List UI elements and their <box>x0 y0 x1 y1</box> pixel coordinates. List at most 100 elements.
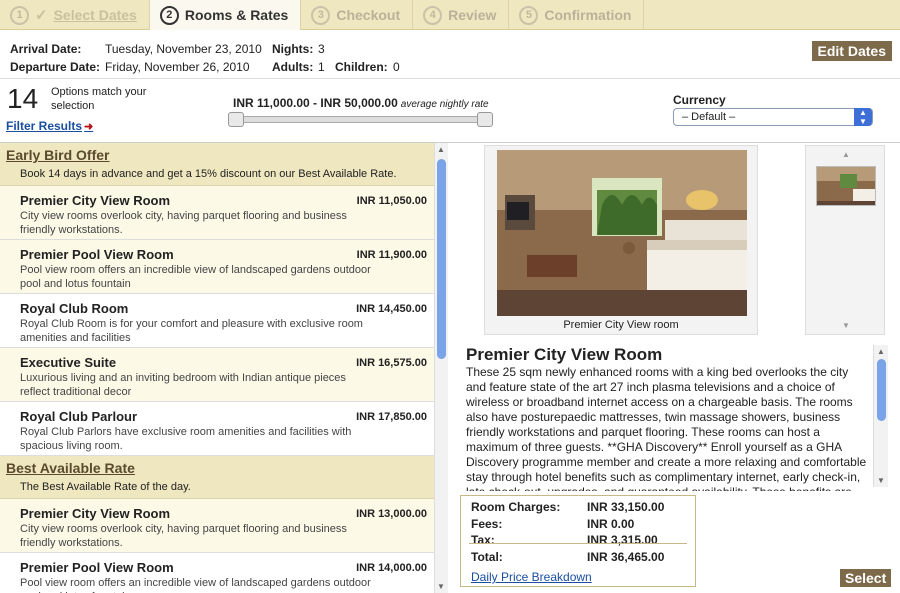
room-price: INR 14,000.00 <box>356 562 427 574</box>
step-number: 1 <box>10 5 29 25</box>
step-label: Review <box>448 7 497 23</box>
rate-group-header: Early Bird Offer Book 14 days in advance… <box>0 143 447 186</box>
scroll-up-icon[interactable]: ▲ <box>437 145 445 154</box>
result-count-text: Options match your selection <box>51 86 147 112</box>
room-desc: City view rooms overlook city, having pa… <box>20 210 347 236</box>
rate-group-title[interactable]: Early Bird Offer <box>6 147 441 163</box>
currency-select[interactable]: – Default – ▲ ▼ <box>673 108 873 126</box>
price-range-slider[interactable] <box>228 112 493 127</box>
step-number: 5 <box>519 5 539 25</box>
room-option[interactable]: Executive Suite Luxurious living and an … <box>0 348 447 402</box>
room-name: Premier Pool View Room <box>20 247 174 262</box>
room-name: Royal Club Parlour <box>20 409 138 424</box>
charges-summary: Room Charges: INR 33,150.00 Fees: INR 0.… <box>460 495 696 587</box>
filter-results-label: Filter Results <box>6 119 83 133</box>
step-number: 2 <box>159 5 179 25</box>
tax-label: Tax: <box>471 533 495 547</box>
detail-scrollbar[interactable]: ▲ ▼ <box>873 345 888 487</box>
room-charges-row: Room Charges: INR 33,150.00 <box>471 500 691 514</box>
price-range-note: average nightly rate <box>400 99 489 110</box>
rate-group-desc: The Best Available Rate of the day. <box>20 481 191 493</box>
step-label: Confirmation <box>544 7 632 23</box>
room-name: Executive Suite <box>20 355 117 370</box>
room-price: INR 17,850.00 <box>356 411 427 423</box>
room-option[interactable]: Premier City View Room City view rooms o… <box>0 186 447 240</box>
step-label: Checkout <box>336 7 401 23</box>
scroll-thumb[interactable] <box>437 159 446 359</box>
edit-dates-button[interactable]: Edit Dates <box>811 41 892 61</box>
room-name: Premier Pool View Room <box>20 560 174 575</box>
fees-value: INR 0.00 <box>587 517 635 531</box>
divider <box>469 543 687 544</box>
photo-caption: Premier City View room <box>563 319 679 331</box>
fees-label: Fees: <box>471 517 503 531</box>
step-number: 4 <box>423 5 443 25</box>
scroll-down-icon[interactable]: ▼ <box>437 582 445 591</box>
room-detail-description: These 25 sqm newly enhanced rooms with a… <box>466 365 867 491</box>
rate-group-header: Best Available Rate The Best Available R… <box>0 456 447 499</box>
room-name: Premier City View Room <box>20 506 171 521</box>
nights-value: 3 <box>318 42 325 56</box>
room-desc: Royal Club Parlors have exclusive room a… <box>20 426 352 452</box>
step-rooms-rates: 2 Rooms & Rates <box>149 0 302 30</box>
children-value: 0 <box>393 60 400 74</box>
room-name: Royal Club Room <box>20 301 129 316</box>
total-row: Total: INR 36,465.00 <box>471 550 691 564</box>
room-desc: Pool view room offers an incredible view… <box>20 577 371 593</box>
tax-value: INR 3,315.00 <box>587 533 658 547</box>
room-price: INR 13,000.00 <box>356 508 427 520</box>
thumb-down-icon[interactable]: ▼ <box>842 321 850 330</box>
nights-label: Nights: <box>272 42 314 56</box>
children-label: Children: <box>335 60 388 74</box>
photo-thumbnail[interactable] <box>816 166 876 206</box>
result-count: 14 <box>7 83 39 114</box>
room-option[interactable]: Premier Pool View Room Pool view room of… <box>0 553 447 593</box>
room-price: INR 14,450.00 <box>356 303 427 315</box>
room-desc: Pool view room offers an incredible view… <box>20 264 371 290</box>
step-review: 4 Review <box>413 0 510 30</box>
fees-row: Fees: INR 0.00 <box>471 517 691 531</box>
room-option[interactable]: Royal Club Room Royal Club Room is for y… <box>0 294 447 348</box>
room-photo-frame: Premier City View room <box>484 145 758 335</box>
room-charges-label: Room Charges: <box>471 500 561 514</box>
step-select-dates[interactable]: 1 ✓ Select Dates <box>0 0 150 30</box>
room-price: INR 11,900.00 <box>356 249 427 261</box>
stay-summary: Arrival Date: Tuesday, November 23, 2010… <box>0 31 900 79</box>
slider-max-handle[interactable] <box>477 112 493 127</box>
arrival-date: Tuesday, November 23, 2010 <box>105 42 262 56</box>
currency-label: Currency <box>673 93 726 107</box>
price-range-text: INR 11,000.00 - INR 50,000.00 average nig… <box>233 96 489 110</box>
total-value: INR 36,465.00 <box>587 550 665 564</box>
room-option[interactable]: Premier Pool View Room Pool view room of… <box>0 240 447 294</box>
departure-date: Friday, November 26, 2010 <box>105 60 250 74</box>
arrival-label: Arrival Date: <box>10 42 82 56</box>
room-option[interactable]: Royal Club Parlour Royal Club Parlors ha… <box>0 402 447 456</box>
room-desc: Royal Club Room is for your comfort and … <box>20 318 363 344</box>
room-price: INR 11,050.00 <box>356 195 427 207</box>
room-desc: City view rooms overlook city, having pa… <box>20 523 347 549</box>
step-label: Rooms & Rates <box>184 7 289 23</box>
select-arrows-icon: ▲ ▼ <box>854 108 872 126</box>
step-checkout: 3 Checkout <box>301 0 414 30</box>
thumb-up-icon[interactable]: ▲ <box>842 150 850 159</box>
room-price: INR 16,575.00 <box>356 357 427 369</box>
room-option[interactable]: Premier City View Room City view rooms o… <box>0 499 447 553</box>
price-range: INR 11,000.00 - INR 50,000.00 <box>233 96 398 110</box>
scroll-down-icon[interactable]: ▼ <box>877 476 885 485</box>
filter-bar: 14 Options match your selection Filter R… <box>0 79 900 143</box>
room-detail-title: Premier City View Room <box>466 345 663 364</box>
slider-track <box>234 116 487 123</box>
daily-price-breakdown-link[interactable]: Daily Price Breakdown <box>471 570 592 584</box>
select-button[interactable]: Select <box>840 569 892 587</box>
filter-results-link[interactable]: Filter Results ➜ <box>6 119 93 133</box>
slider-min-handle[interactable] <box>228 112 244 127</box>
rate-group-title[interactable]: Best Available Rate <box>6 460 441 476</box>
step-number: 3 <box>311 5 331 25</box>
room-list-scrollbar[interactable]: ▲ ▼ <box>434 143 448 593</box>
adults-label: Adults: <box>272 60 314 74</box>
total-label: Total: <box>471 550 503 564</box>
scroll-up-icon[interactable]: ▲ <box>877 347 885 356</box>
room-name: Premier City View Room <box>20 193 171 208</box>
scroll-thumb[interactable] <box>877 359 886 421</box>
step-label: Select Dates <box>53 7 137 23</box>
